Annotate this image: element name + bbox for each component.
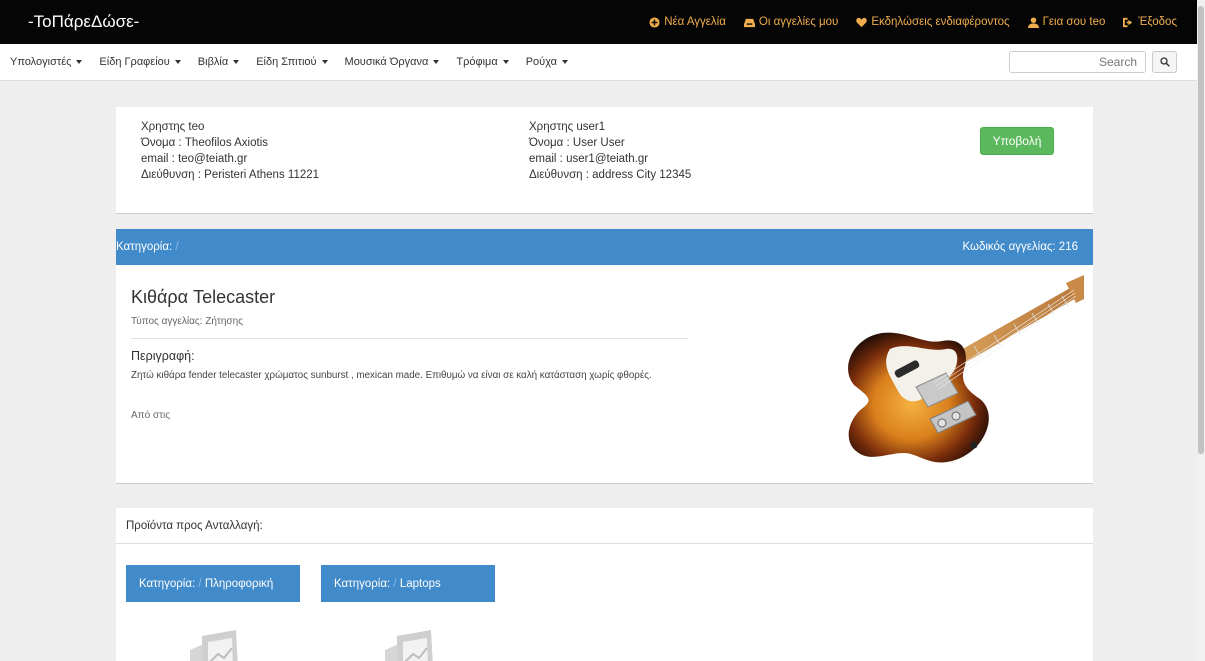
search-icon — [1159, 57, 1170, 67]
profile-link[interactable]: Γεια σου teo — [1027, 16, 1106, 28]
search-button[interactable] — [1152, 51, 1177, 73]
caret-down-icon — [174, 60, 181, 64]
caret-down-icon — [562, 60, 569, 64]
guitar-image — [848, 275, 1084, 463]
ad-date: Από στις — [131, 410, 171, 421]
ad-category-label: Κατηγορία: — [116, 241, 173, 253]
my-ads-label: Οι αγγελίες μου — [758, 16, 839, 28]
caret-down-icon — [321, 60, 328, 64]
category-label: Ρούχα — [525, 56, 558, 68]
new-ad-link[interactable]: Νέα Αγγελία — [649, 16, 726, 28]
description-text: Ζητώ κιθάρα fender telecaster χρώματος s… — [131, 370, 652, 381]
ad-type: Τύπος αγγελίας: Ζήτησης — [131, 316, 243, 327]
heart-icon — [856, 17, 868, 27]
tile-label: Κατηγορία: — [139, 577, 196, 590]
category-books[interactable]: Βιβλία — [197, 56, 240, 68]
user-info-requester: Χρηστης teo Όνομα : Theofilos Axiotis em… — [141, 119, 319, 183]
category-food[interactable]: Τρόφιμα — [456, 56, 509, 68]
user-icon — [1027, 16, 1039, 28]
category-office[interactable]: Είδη Γραφείου — [99, 56, 181, 68]
greeting-label: Γεια σου teo — [1042, 16, 1106, 28]
brand-logo[interactable]: -ΤοΠάρεΔώσε- — [28, 12, 139, 32]
user-fullname: Όνομα : User User — [529, 137, 625, 149]
my-ads-link[interactable]: Οι αγγελίες μου — [743, 16, 839, 28]
caret-down-icon — [76, 60, 83, 64]
ad-title: Κιθάρα Telecaster — [131, 287, 276, 307]
user-fullname: Όνομα : Theofilos Axiotis — [141, 137, 269, 149]
category-home[interactable]: Είδη Σπιτιού — [256, 56, 328, 68]
logout-link[interactable]: Έξοδος — [1123, 16, 1177, 28]
divider — [131, 338, 688, 339]
user-info-owner: Χρηστης user1 Όνομα : User User email : … — [529, 119, 691, 183]
search-input[interactable] — [1009, 51, 1146, 73]
user-email: email : user1@teiath.gr — [529, 153, 649, 165]
user-address: Διεύθυνση : address City 12345 — [529, 169, 692, 181]
exchange-body: Κατηγορία: / Πληροφορική Κατηγορία: / La… — [116, 544, 1093, 661]
scrollbar-thumb[interactable] — [1198, 6, 1204, 454]
caret-down-icon — [433, 60, 440, 64]
category-computers[interactable]: Υπολογιστές — [10, 56, 83, 68]
image-placeholder-icon — [385, 630, 433, 661]
tile-separator: / — [393, 577, 397, 590]
category-label: Τρόφιμα — [456, 56, 498, 68]
ad-body: Κιθάρα Telecaster Τύπος αγγελίας: Ζήτηση… — [116, 265, 1093, 484]
category-label: Είδη Γραφείου — [99, 56, 170, 68]
category-label: Μουσικά Όργανα — [344, 56, 429, 68]
ad-category-separator: / — [175, 241, 179, 253]
logout-icon — [1123, 17, 1133, 27]
ad-header: Κατηγορία: / Κωδικός αγγελίας: 216 — [116, 229, 1093, 265]
exchange-header: Προϊόντα προς Ανταλλαγή: — [116, 508, 1093, 544]
new-ad-label: Νέα Αγγελία — [664, 16, 726, 28]
user-name: Χρηστης user1 — [529, 121, 606, 133]
category-label: Υπολογιστές — [10, 56, 72, 68]
image-placeholder-icon — [190, 630, 238, 661]
page-scrollbar[interactable] — [1197, 0, 1205, 661]
user-name: Χρηστης teo — [141, 121, 205, 133]
caret-down-icon — [233, 60, 240, 64]
category-clothes[interactable]: Ρούχα — [525, 56, 569, 68]
caret-down-icon — [502, 60, 509, 64]
category-navbar: Υπολογιστές Είδη Γραφείου Βιβλία Είδη Σπ… — [0, 44, 1197, 81]
users-panel: Χρηστης teo Όνομα : Theofilos Axiotis em… — [116, 107, 1093, 214]
tile-label: Κατηγορία: — [334, 577, 391, 590]
category-label: Βιβλία — [197, 56, 229, 68]
tile-value: Πληροφορική — [204, 577, 274, 590]
exchange-category-tile[interactable]: Κατηγορία: / Πληροφορική — [126, 565, 300, 602]
category-list: Υπολογιστές Είδη Γραφείου Βιβλία Είδη Σπ… — [10, 56, 569, 68]
top-links: Νέα Αγγελία Οι αγγελίες μου Εκδηλώσεις ε… — [649, 16, 1177, 28]
user-address: Διεύθυνση : Peristeri Athens 11221 — [141, 169, 320, 181]
description-label: Περιγραφή: — [131, 349, 195, 363]
interests-link[interactable]: Εκδηλώσεις ενδιαφέροντος — [856, 16, 1010, 28]
category-label: Είδη Σπιτιού — [256, 56, 317, 68]
exchange-category-tile[interactable]: Κατηγορία: / Laptops — [321, 565, 495, 602]
category-music[interactable]: Μουσικά Όργανα — [345, 56, 440, 68]
tile-value: Laptops — [399, 577, 441, 590]
ad-category: Κατηγορία: / — [116, 241, 179, 253]
tile-separator: / — [198, 577, 202, 590]
search-form — [1009, 51, 1177, 73]
logout-label: Έξοδος — [1138, 16, 1177, 28]
interests-label: Εκδηλώσεις ενδιαφέροντος — [871, 16, 1010, 28]
user-email: email : teo@teiath.gr — [141, 153, 248, 165]
top-navbar: -ΤοΠάρεΔώσε- Νέα Αγγελία Οι αγγελίες μου… — [0, 0, 1197, 44]
ad-code: Κωδικός αγγελίας: 216 — [962, 241, 1078, 253]
inbox-icon — [743, 18, 755, 27]
submit-button[interactable]: Υποβολή — [980, 127, 1054, 155]
plus-circle-icon — [649, 16, 660, 28]
